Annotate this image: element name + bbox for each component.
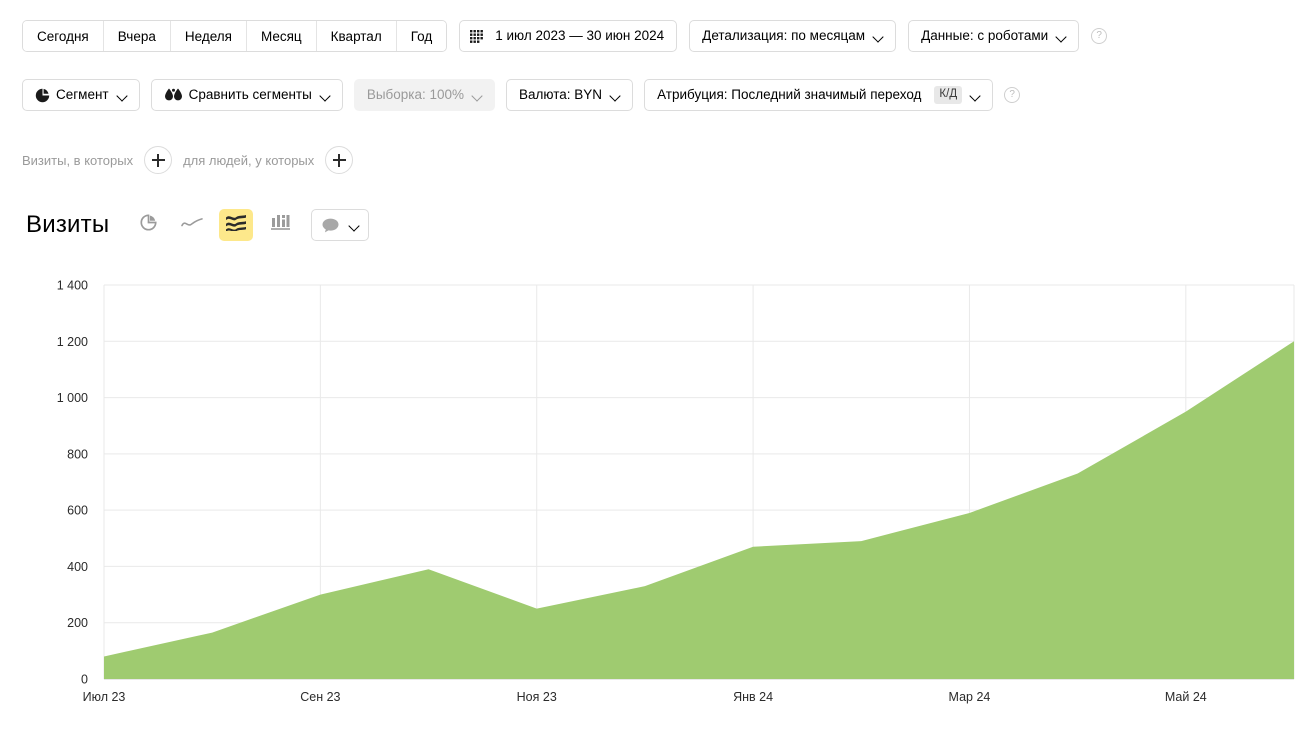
currency-label: Валюта: BYN — [519, 87, 603, 103]
chevron-down-icon — [971, 91, 980, 100]
pie-chart-view-icon — [140, 214, 157, 236]
period-quarter[interactable]: Квартал — [316, 21, 397, 51]
y-axis-tick-label: 1 400 — [57, 279, 88, 293]
sampling-dropdown[interactable]: Выборка: 100% — [353, 79, 496, 111]
attribution-label: Атрибуция: Последний значимый переход — [657, 87, 922, 103]
filter-builder-row: Визиты, в которых для людей, у которых — [22, 146, 354, 174]
period-yesterday[interactable]: Вчера — [103, 21, 171, 51]
help-icon[interactable]: ? — [1091, 28, 1108, 44]
chevron-down-icon — [611, 91, 620, 100]
chevron-down-icon — [1057, 32, 1066, 41]
attribution-dropdown[interactable]: Атрибуция: Последний значимый переход К/… — [644, 79, 994, 111]
detail-level-dropdown[interactable]: Детализация: по месяцам — [689, 20, 897, 52]
currency-dropdown[interactable]: Валюта: BYN — [506, 79, 634, 111]
date-range-button[interactable]: 1 июл 2023 — 30 июн 2024 — [459, 20, 678, 52]
data-source-label: Данные: с роботами — [921, 28, 1049, 44]
x-axis-tick-label: Янв 24 — [733, 690, 773, 704]
compare-segments-label: Сравнить сегменты — [188, 87, 312, 103]
chevron-down-icon — [874, 32, 883, 41]
segment-toolbar: Сегмент Сравнить сегменты Выборка: 100% … — [22, 79, 1021, 111]
visits-area-chart[interactable]: 0 200 400 600 800 1 000 1 200 1 400 Июл 23 Сен 23… — [0, 268, 1316, 718]
calendar-grid-icon — [470, 29, 484, 43]
line-chart-view-icon — [181, 216, 204, 235]
period-year[interactable]: Год — [396, 21, 447, 51]
view-type-bar[interactable] — [263, 209, 297, 241]
segment-label: Сегмент — [56, 87, 109, 103]
visits-filter-label: Визиты, в которых — [22, 152, 134, 168]
y-axis-tick-label: 1 000 — [57, 391, 88, 405]
x-axis-tick-label: Мар 24 — [949, 690, 991, 704]
chevron-down-icon — [118, 91, 127, 100]
view-type-pie[interactable] — [131, 209, 165, 241]
chart-header: Визиты — [26, 209, 370, 241]
help-icon[interactable]: ? — [1004, 87, 1021, 103]
chevron-down-icon — [473, 91, 482, 100]
add-visit-condition-button[interactable] — [144, 146, 173, 174]
people-filter-label: для людей, у которых — [183, 152, 315, 168]
x-axis-tick-label: Июл 23 — [83, 690, 126, 704]
segment-dropdown[interactable]: Сегмент — [22, 79, 140, 111]
date-range-label: 1 июл 2023 — 30 июн 2024 — [495, 28, 665, 44]
period-month[interactable]: Месяц — [246, 21, 317, 51]
two-drops-icon — [164, 88, 183, 103]
add-people-condition-button[interactable] — [325, 146, 354, 174]
sampling-label: Выборка: 100% — [366, 87, 465, 103]
period-toolbar: Сегодня Вчера Неделя Месяц Квартал Год 1… — [22, 20, 1108, 52]
y-axis-tick-label: 600 — [67, 504, 88, 518]
chevron-down-icon — [350, 221, 359, 230]
compare-segments-dropdown[interactable]: Сравнить сегменты — [150, 79, 343, 111]
period-week[interactable]: Неделя — [170, 21, 247, 51]
attribution-chip: К/Д — [934, 86, 963, 104]
y-axis-tick-label: 0 — [81, 673, 88, 687]
page-title: Визиты — [26, 211, 110, 238]
annotations-dropdown[interactable] — [311, 209, 370, 241]
y-axis-tick-label: 200 — [67, 616, 88, 630]
x-axis-tick-label: Ноя 23 — [517, 690, 557, 704]
y-axis-tick-label: 400 — [67, 560, 88, 574]
y-axis-tick-label: 800 — [67, 447, 88, 461]
data-source-dropdown[interactable]: Данные: с роботами — [908, 20, 1080, 52]
detail-level-label: Детализация: по месяцам — [702, 28, 866, 44]
pie-chart-icon — [35, 88, 50, 103]
chart-canvas[interactable]: 0 200 400 600 800 1 000 1 200 1 400 Июл 23 Сен 23… — [0, 268, 1316, 718]
period-today[interactable]: Сегодня — [23, 21, 104, 51]
y-axis-tick-label: 1 200 — [57, 335, 88, 349]
x-axis-tick-label: Сен 23 — [300, 690, 340, 704]
bar-chart-view-icon — [270, 214, 290, 236]
view-type-line[interactable] — [175, 209, 209, 241]
analytics-report-page: Сегодня Вчера Неделя Месяц Квартал Год 1… — [0, 0, 1316, 733]
plus-icon — [151, 153, 165, 167]
view-type-area[interactable] — [219, 209, 254, 241]
speech-bubble-icon — [322, 218, 339, 233]
area-chart-view-icon — [226, 214, 247, 236]
plus-icon — [332, 153, 346, 167]
chevron-down-icon — [321, 91, 330, 100]
x-axis-tick-label: Май 24 — [1165, 690, 1207, 704]
period-segmented-control[interactable]: Сегодня Вчера Неделя Месяц Квартал Год — [22, 20, 448, 52]
